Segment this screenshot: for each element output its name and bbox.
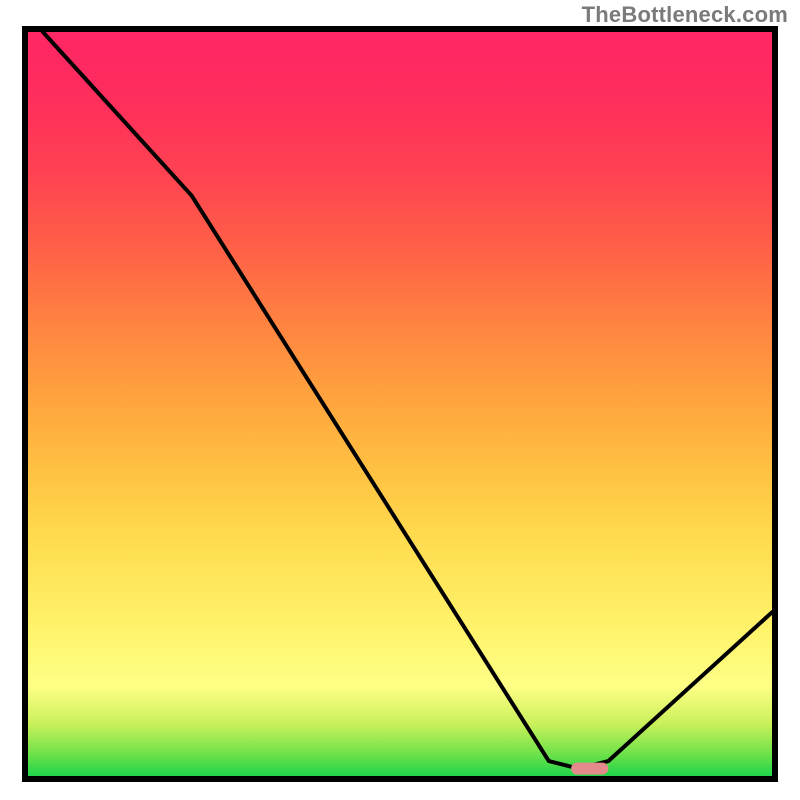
curve-svg bbox=[28, 32, 772, 776]
chart-container: TheBottleneck.com bbox=[0, 0, 800, 800]
target-marker bbox=[571, 763, 608, 775]
plot-area bbox=[22, 26, 778, 782]
watermark-label: TheBottleneck.com bbox=[582, 2, 788, 28]
bottleneck-curve-path bbox=[43, 32, 772, 769]
